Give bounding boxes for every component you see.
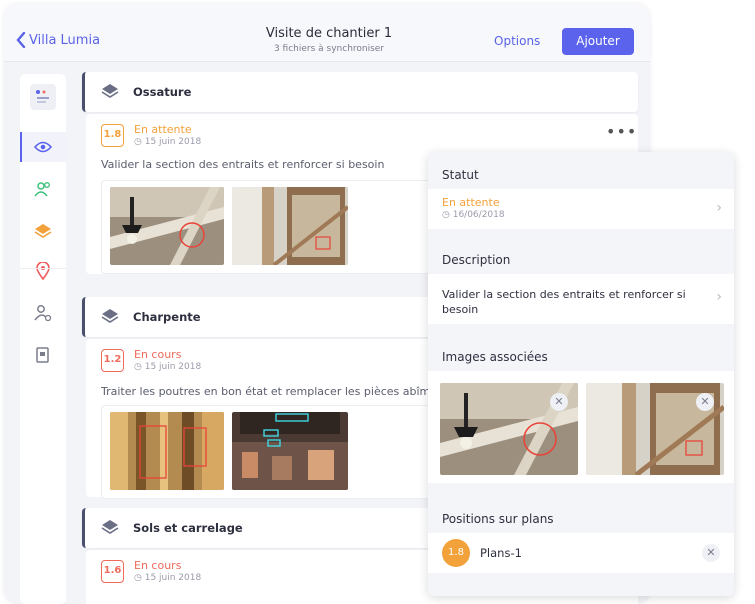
back-label: Villa Lumia [29,32,101,48]
photo-thumbnail[interactable] [232,187,348,265]
task-status: En cours [134,559,182,572]
sidebar-divider [20,268,66,269]
plan-row[interactable]: 1.8 Plans-1 ✕ [428,533,734,573]
project-thumbnail[interactable] [30,84,56,110]
location-pin-icon[interactable] [32,260,54,282]
section-header-ossature[interactable]: Ossature [82,72,638,112]
sync-status: 3 fichiers à synchroniser [273,44,385,54]
images-row: ✕ ✕ [428,371,734,483]
description-header: Description [442,253,511,267]
sidebar [20,74,66,604]
task-description: Traiter les poutres en bon état et rempl… [101,385,444,398]
description-line-2: besoin [442,303,479,316]
task-description: Valider la section des entraits et renfo… [101,158,385,171]
task-date-value: 15 juin 2018 [144,573,202,583]
chevron-left-icon [16,32,26,48]
remove-plan-icon[interactable]: ✕ [702,544,720,562]
photo-thumbnail[interactable] [110,187,224,265]
statut-row[interactable]: En attente ◷ 16/06/2018 › [428,189,734,229]
layers-icon [101,84,119,98]
task-date-value: 15 juin 2018 [144,137,202,147]
user-settings-icon[interactable] [32,302,54,324]
statut-date: ◷ 16/06/2018 [442,210,505,220]
layers-icon [101,520,119,534]
plan-badge: 1.8 [442,539,470,567]
photo-thumbnail[interactable] [110,412,224,490]
task-date: ◷ 15 juin 2018 [134,362,202,372]
task-date-value: 15 juin 2018 [144,362,202,372]
description-line-1: Valider la section des entraits et renfo… [442,288,686,301]
task-date: ◷ 15 juin 2018 [134,573,202,583]
add-button[interactable]: Ajouter [562,28,634,55]
eye-icon[interactable] [32,136,54,158]
section-title: Ossature [133,85,192,99]
remove-image-icon[interactable]: ✕ [696,393,714,411]
task-number-badge: 1.6 [101,560,124,583]
task-number-badge: 1.8 [101,124,124,147]
task-number-badge: 1.2 [101,349,124,372]
positions-header: Positions sur plans [442,512,554,526]
layers-icon[interactable] [32,220,54,242]
statut-date-value: 16/06/2018 [452,210,505,220]
section-title: Sols et carrelage [133,521,243,535]
remove-image-icon[interactable]: ✕ [550,393,568,411]
documents-icon[interactable] [32,344,54,366]
navigation-bar: Villa Lumia Visite de chantier 1 3 fichi… [4,4,650,62]
more-options-icon[interactable]: ••• [606,122,637,141]
statut-value: En attente [442,196,500,209]
images-header: Images associées [442,350,548,364]
page-title: Visite de chantier 1 [265,26,393,41]
task-status: En cours [134,348,182,361]
plan-label: Plans-1 [480,546,522,560]
users-icon[interactable] [32,178,54,200]
statut-header: Statut [442,168,479,182]
layers-icon [101,309,119,323]
chevron-right-icon: › [716,289,722,305]
task-date: ◷ 15 juin 2018 [134,137,202,147]
options-button[interactable]: Options [494,34,540,48]
chevron-right-icon: › [716,200,722,216]
back-button[interactable]: Villa Lumia [16,32,100,48]
task-status: En attente [134,123,192,136]
section-title: Charpente [133,310,201,324]
description-row[interactable]: Valider la section des entraits et renfo… [428,274,734,324]
task-detail-panel: Statut En attente ◷ 16/06/2018 › Descrip… [428,152,734,596]
photo-thumbnail[interactable] [232,412,348,490]
